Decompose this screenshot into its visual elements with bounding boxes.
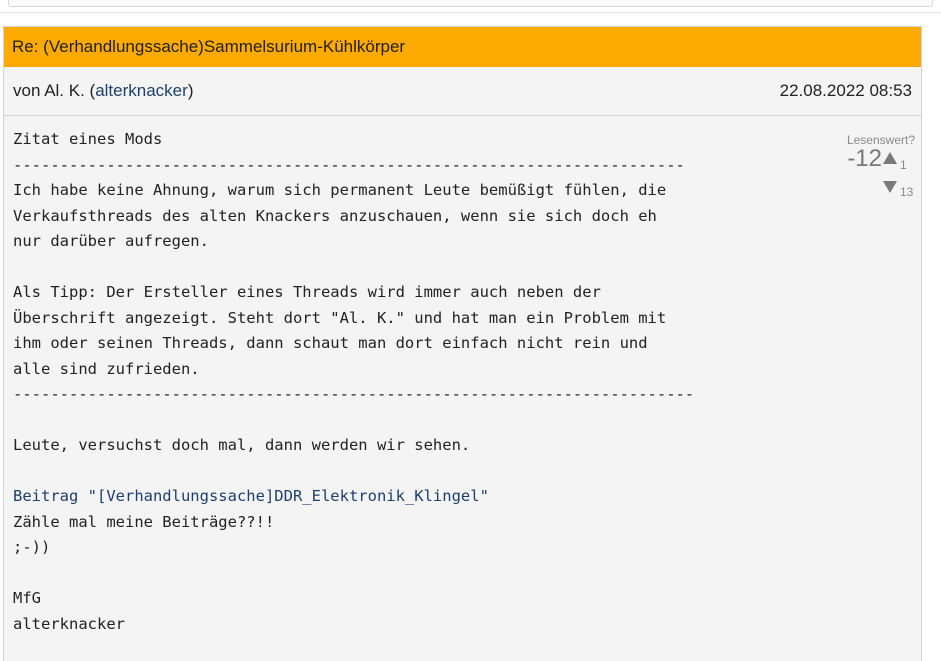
body-line: MfG bbox=[13, 589, 41, 607]
body-line: ihm oder seinen Threads, dann schaut man… bbox=[13, 334, 648, 352]
body-line: alterknacker bbox=[13, 614, 125, 633]
body-line: alle sind zufrieden. bbox=[13, 359, 200, 378]
forum-post: Re: (Verhandlungssache)Sammelsurium-Kühl… bbox=[3, 26, 922, 661]
browser-top-strip bbox=[0, 0, 941, 13]
quote-separator: ----------------------------------------… bbox=[13, 155, 685, 174]
vote-up-count: 1 bbox=[900, 158, 907, 172]
top-strip-inner bbox=[8, 0, 933, 7]
rating-score: -12 bbox=[847, 145, 882, 172]
body-line: nur darüber aufregen. bbox=[13, 232, 209, 250]
author-prefix: von Al. K. ( bbox=[13, 81, 96, 100]
body-line: Überschrift angezeigt. Steht dort "Al. K… bbox=[13, 308, 667, 327]
post-body: Lesenswert? -12 1 13 Zitat eines Mods --… bbox=[4, 116, 921, 637]
post-date: 22.08.2022 08:53 bbox=[779, 81, 912, 100]
post-author: von Al. K. (alterknacker) bbox=[13, 81, 193, 101]
vote-down-icon[interactable] bbox=[883, 181, 897, 193]
body-line: Zähle mal meine Beiträge??!! bbox=[13, 512, 275, 531]
thread-reference-link[interactable]: Beitrag "[Verhandlungssache]DDR_Elektron… bbox=[13, 484, 912, 510]
body-line: Ich habe keine Ahnung, warum sich perman… bbox=[13, 181, 667, 199]
body-line bbox=[13, 408, 912, 434]
body-line: Leute, versuchst doch mal, dann werden w… bbox=[13, 436, 471, 454]
body-line: Verkaufsthreads des alten Knackers anzus… bbox=[13, 206, 657, 225]
body-line bbox=[13, 459, 912, 485]
body-line: Als Tipp: Der Ersteller eines Threads wi… bbox=[13, 283, 601, 301]
post-rating: Lesenswert? -12 1 13 bbox=[835, 128, 915, 199]
post-title: Re: (Verhandlungssache)Sammelsurium-Kühl… bbox=[4, 27, 921, 67]
body-line bbox=[13, 255, 912, 281]
vote-down-count: 13 bbox=[900, 185, 914, 199]
vote-up-icon[interactable] bbox=[883, 152, 897, 164]
body-line bbox=[13, 561, 912, 587]
quote-separator: ----------------------------------------… bbox=[13, 385, 695, 403]
author-suffix: ) bbox=[187, 81, 194, 100]
body-line: ;-)) bbox=[13, 538, 51, 556]
body-line: Zitat eines Mods bbox=[13, 130, 163, 148]
author-username-link[interactable]: alterknacker bbox=[95, 81, 188, 100]
post-meta: von Al. K. (alterknacker) 22.08.2022 08:… bbox=[4, 67, 921, 116]
